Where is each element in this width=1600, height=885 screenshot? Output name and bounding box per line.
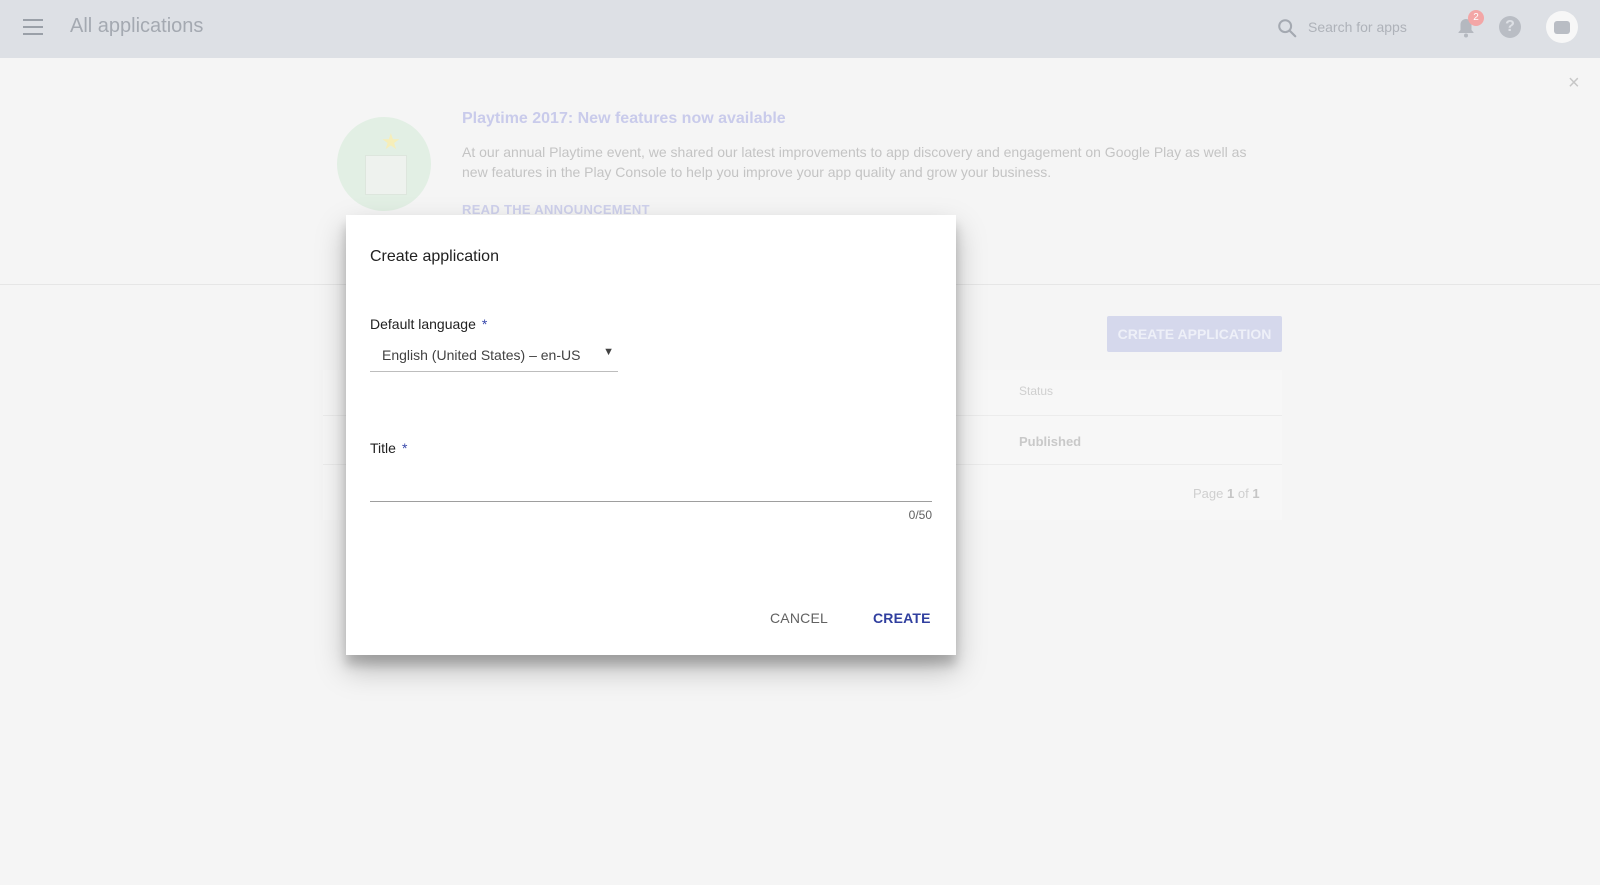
title-label: Title * [370, 440, 407, 456]
close-icon[interactable]: × [1568, 72, 1580, 95]
create-application-button[interactable]: CREATE APPLICATION [1107, 316, 1282, 352]
status-column-header: Status [1019, 384, 1054, 398]
dropdown-arrow-icon: ▼ [603, 346, 614, 358]
title-label-text: Title [370, 440, 396, 456]
create-button[interactable]: CREATE [865, 600, 939, 636]
title-input[interactable] [370, 475, 932, 502]
top-app-bar: All applications 2 ? [0, 0, 1600, 58]
menu-icon[interactable] [23, 19, 43, 35]
pager-prefix: Page [1193, 486, 1224, 501]
search-icon[interactable] [1276, 17, 1298, 39]
default-language-value: English (United States) – en-US [382, 347, 581, 363]
page-title: All applications [70, 15, 204, 37]
pagination: Page 1 of 1 [1193, 486, 1260, 501]
announcement-body: At our annual Playtime event, we shared … [462, 144, 1247, 180]
default-language-label: Default language * [370, 316, 487, 332]
pager-current: 1 [1227, 486, 1235, 501]
create-application-dialog: Create application Default language * Eng… [346, 215, 956, 655]
cancel-button[interactable]: CANCEL [762, 600, 836, 636]
notification-badge: 2 [1468, 10, 1484, 26]
help-icon[interactable]: ? [1499, 16, 1521, 38]
avatar[interactable] [1546, 11, 1578, 43]
status-badge: Published [1019, 434, 1082, 449]
required-mark: * [401, 440, 408, 456]
default-language-label-text: Default language [370, 316, 476, 332]
dialog-title: Create application [370, 248, 499, 265]
pager-total: 1 [1252, 486, 1260, 501]
playtime-promo-image: ★ [337, 117, 431, 211]
pager-separator: of [1237, 486, 1249, 501]
search-input[interactable] [1308, 17, 1418, 37]
character-counter: 0/50 [908, 508, 932, 522]
required-mark: * [481, 316, 488, 332]
announcement-title: Playtime 2017: New features now availabl… [462, 110, 786, 127]
default-language-select[interactable]: English (United States) – en-US ▼ [370, 341, 618, 372]
